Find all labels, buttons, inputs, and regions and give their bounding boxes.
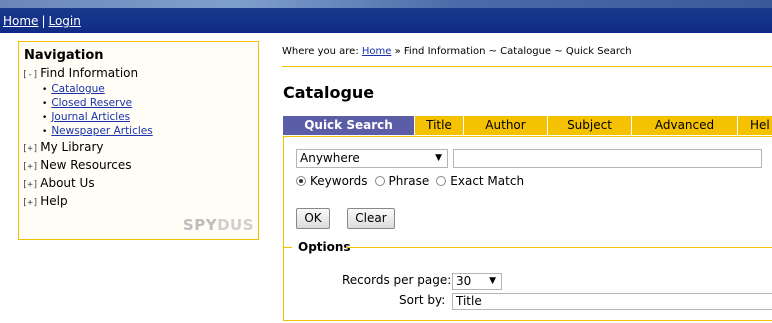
spydus-logo: SPYDUS (183, 216, 254, 234)
radio-phrase-label[interactable]: Phrase (389, 174, 430, 188)
radio-keywords[interactable] (296, 176, 306, 186)
tab-help[interactable]: Hel (738, 116, 772, 135)
tab-quick-search[interactable]: Quick Search (283, 116, 415, 135)
records-per-page-value: 30 (456, 274, 472, 288)
options-title: Options (298, 240, 351, 254)
dropdown-arrow-icon: ▼ (435, 153, 442, 163)
top-separator: | (41, 14, 46, 28)
top-decor-strip (0, 0, 772, 8)
nav-group-help[interactable]: [+] Help (22, 193, 258, 211)
nav-group-my-library[interactable]: [+] My Library (22, 139, 258, 157)
nav-group-label[interactable]: Find Information (40, 66, 138, 80)
expand-toggle-icon[interactable]: [+] (22, 162, 38, 172)
tab-subject[interactable]: Subject (548, 116, 632, 135)
tab-title[interactable]: Title (415, 116, 464, 135)
nav-group-about-us[interactable]: [+] About Us (22, 175, 258, 193)
radio-phrase[interactable] (374, 176, 385, 186)
nav-item-catalogue: Catalogue (42, 83, 258, 97)
nav-group-label[interactable]: New Resources (40, 158, 131, 172)
dropdown-arrow-icon: ▼ (489, 276, 496, 286)
sort-by-select[interactable]: Title (452, 293, 772, 310)
sort-by-label: Sort by: (399, 293, 446, 307)
nav-sublist: Catalogue Closed Reserve Journal Article… (42, 83, 258, 139)
breadcrumb-home-link[interactable]: Home (362, 46, 392, 57)
expand-toggle-icon[interactable]: [+] (22, 198, 38, 208)
radio-exact-match-label[interactable]: Exact Match (450, 174, 524, 188)
breadcrumb-divider (282, 66, 772, 67)
tab-advanced[interactable]: Advanced (632, 116, 738, 135)
clear-button[interactable]: Clear (347, 208, 395, 229)
nav-item-journal-articles: Journal Articles (42, 111, 258, 125)
nav-group-label[interactable]: Help (40, 194, 67, 208)
sort-by-value: Title (456, 294, 482, 308)
page-title: Catalogue (283, 83, 375, 102)
nav-link-journal-articles[interactable]: Journal Articles (51, 111, 130, 123)
search-tabs: Quick Search Title Author Subject Advanc… (283, 116, 772, 135)
search-type-radios: Keywords Phrase Exact Match (296, 174, 531, 188)
records-per-page-label: Records per page: (342, 273, 452, 287)
quick-search-panel: Anywhere ▼ Keywords Phrase Exact Match O… (283, 136, 772, 321)
breadcrumb: Where you are: Home » Find Information ~… (282, 46, 632, 57)
tab-author[interactable]: Author (464, 116, 548, 135)
search-field-value: Anywhere (300, 151, 360, 165)
ok-button[interactable]: OK (296, 208, 330, 229)
records-per-page-select[interactable]: 30 ▼ (452, 273, 502, 290)
expand-toggle-icon[interactable]: [+] (22, 180, 38, 190)
collapse-toggle-icon[interactable]: [-] (22, 70, 38, 80)
nav-group-label[interactable]: My Library (40, 140, 103, 154)
breadcrumb-prefix: Where you are: (282, 46, 359, 57)
nav-title: Navigation (24, 48, 104, 63)
nav-item-closed-reserve: Closed Reserve (42, 97, 258, 111)
logo-part-a: SPY (182, 216, 218, 234)
login-link[interactable]: Login (48, 14, 80, 28)
nav-item-newspaper-articles: Newspaper Articles (42, 125, 258, 139)
top-bar: Home | Login (0, 0, 772, 33)
top-links: Home | Login (3, 14, 81, 28)
nav-group-find-information[interactable]: [-] Find Information (22, 65, 258, 83)
search-input[interactable] (453, 149, 762, 168)
breadcrumb-rest: » Find Information ~ Catalogue ~ Quick S… (391, 46, 632, 57)
logo-part-b: DUS (217, 216, 254, 234)
search-field-select[interactable]: Anywhere ▼ (296, 149, 448, 168)
radio-keywords-label[interactable]: Keywords (310, 174, 368, 188)
navigation-panel: Navigation [-]Find Information Catalogue… (18, 41, 259, 240)
home-link[interactable]: Home (3, 14, 38, 28)
nav-link-catalogue[interactable]: Catalogue (51, 83, 104, 95)
nav-link-newspaper-articles[interactable]: Newspaper Articles (51, 125, 152, 137)
expand-toggle-icon[interactable]: [+] (22, 144, 38, 154)
radio-exact-match[interactable] (436, 176, 447, 186)
options-divider-left (284, 247, 292, 248)
nav-link-closed-reserve[interactable]: Closed Reserve (51, 97, 132, 109)
nav-group-label[interactable]: About Us (40, 176, 94, 190)
options-divider (346, 247, 772, 248)
nav-group-new-resources[interactable]: [+] New Resources (22, 157, 258, 175)
